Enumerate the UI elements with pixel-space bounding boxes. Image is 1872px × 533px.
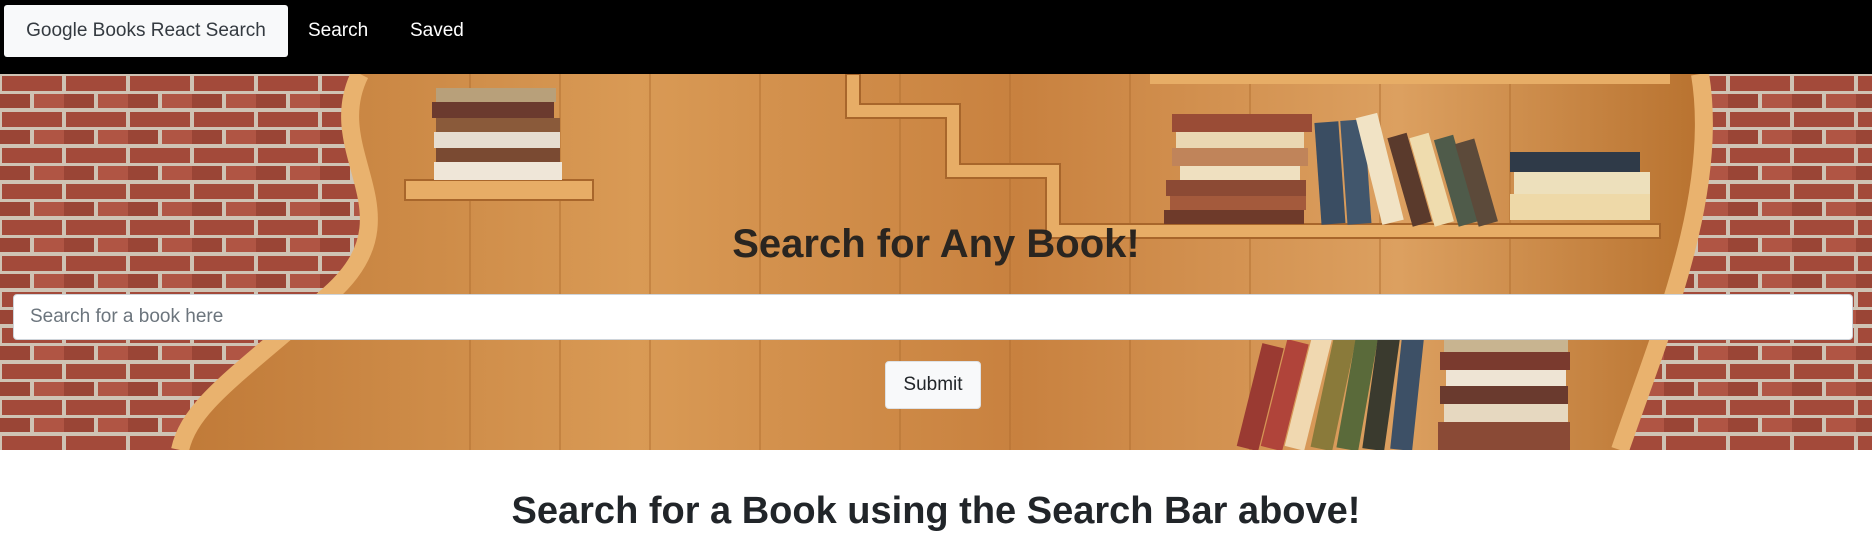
results-heading: Search for a Book using the Search Bar a… (511, 490, 1361, 532)
nav-saved-link[interactable]: Saved (410, 5, 464, 57)
nav-search-link[interactable]: Search (308, 5, 368, 57)
search-input[interactable] (13, 294, 1853, 340)
navbar: Google Books React Search Search Saved (0, 0, 1872, 74)
hero-title: Search for Any Book! (732, 222, 1140, 266)
submit-button[interactable]: Submit (885, 361, 981, 409)
brand-link[interactable]: Google Books React Search (4, 5, 288, 57)
hero-banner: Search for Any Book! Submit (0, 74, 1872, 450)
